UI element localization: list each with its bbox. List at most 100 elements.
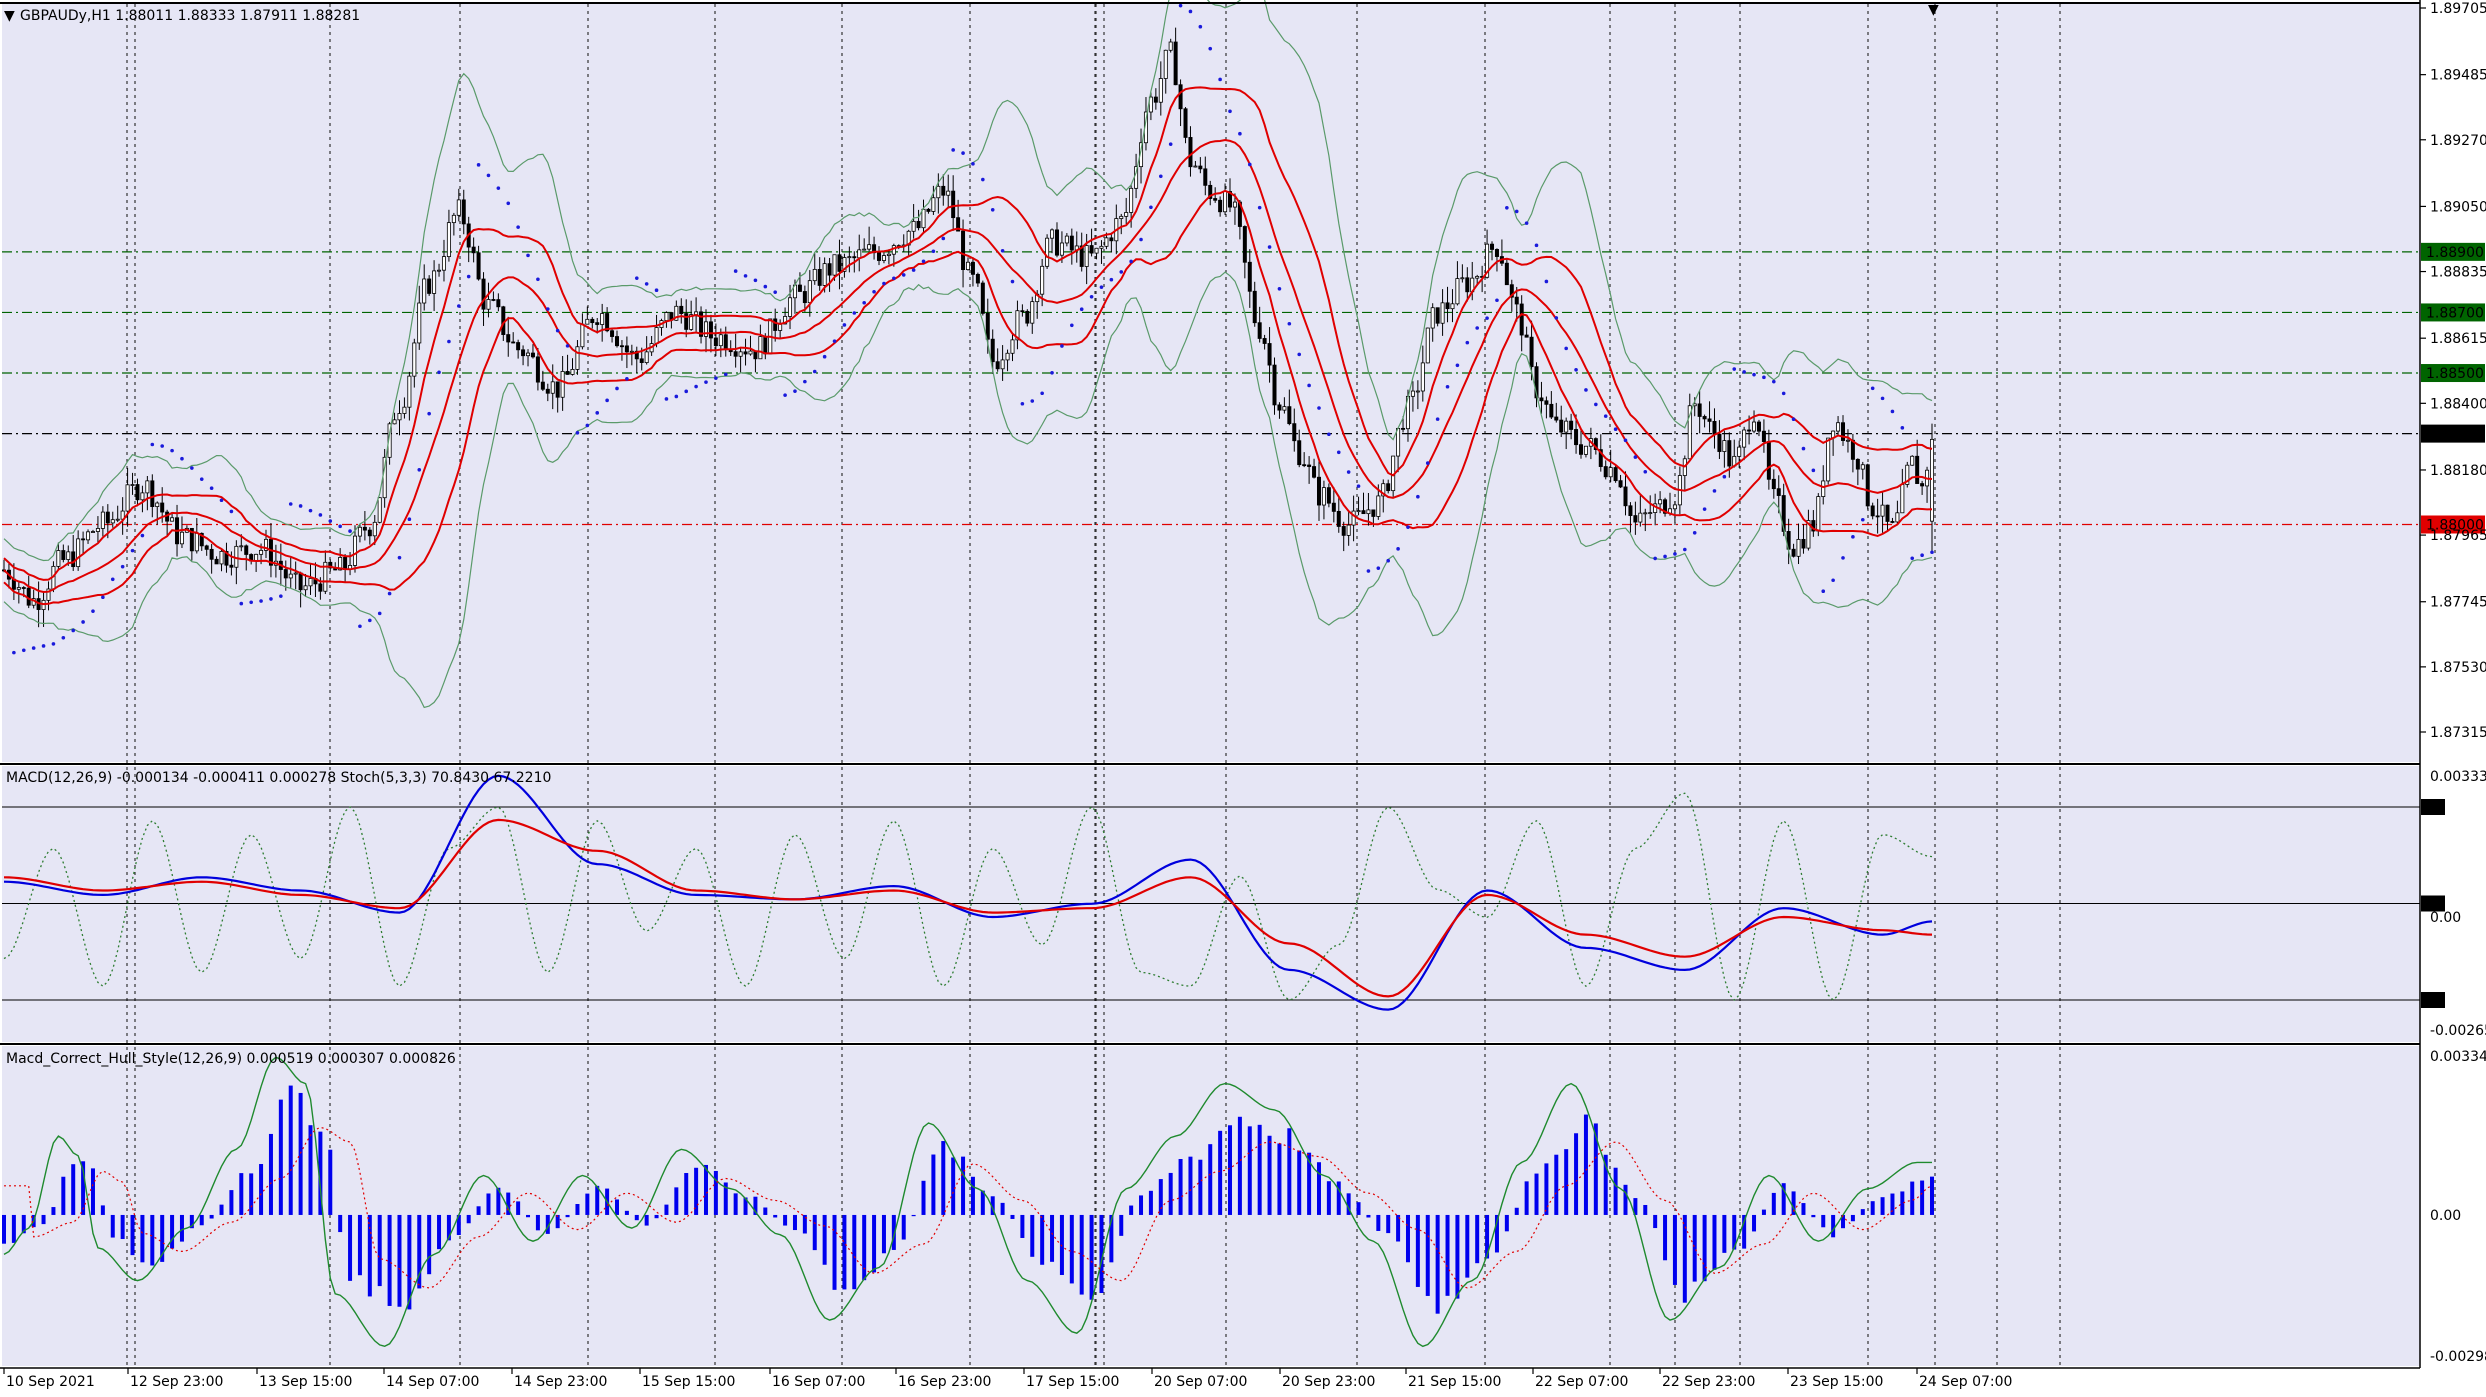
candle-body (990, 338, 995, 363)
hist-bar (1771, 1192, 1776, 1215)
psar-dot (1247, 162, 1252, 167)
hist-bar (348, 1214, 353, 1281)
candle-body (1346, 524, 1351, 536)
hist-bar (1534, 1173, 1539, 1215)
candle-body (807, 280, 812, 304)
psar-dot (81, 620, 85, 624)
candle-body (1232, 201, 1237, 208)
candle-body (1697, 403, 1702, 417)
psar-dot (1653, 556, 1657, 561)
psar-dot (1129, 259, 1133, 264)
candle-body (1124, 212, 1129, 217)
hist-bar (427, 1214, 432, 1275)
candle-body (560, 371, 565, 398)
psar-dot (526, 253, 530, 258)
level-tag-label: 1.88500 (2426, 366, 2484, 382)
candle-body (179, 531, 184, 545)
hist-bar (90, 1168, 95, 1215)
candle-body (1920, 483, 1925, 487)
hist-bar (61, 1176, 66, 1215)
hist-bar (832, 1214, 837, 1290)
candle-body (259, 549, 264, 555)
hist-bar (1069, 1214, 1074, 1284)
candle-body (1178, 84, 1183, 110)
candle-body (886, 253, 891, 256)
candle-body (822, 263, 827, 286)
candle-body (1242, 226, 1247, 263)
candle-body (1519, 303, 1524, 336)
candle-body (580, 323, 585, 348)
candle-body (115, 518, 120, 521)
hist-bar (437, 1214, 442, 1250)
time-tick-label: 20 Sep 07:00 (1154, 1374, 1247, 1390)
candle-body (135, 484, 140, 501)
price-tick-label: 1.89705 (2430, 1, 2486, 17)
psar-dot (1060, 344, 1064, 348)
candle-body (812, 268, 817, 282)
hist-bar (526, 1214, 531, 1218)
hist-bar (1267, 1135, 1272, 1215)
hist-bar (763, 1207, 768, 1215)
candle-body (877, 252, 882, 261)
candle-body (1025, 310, 1030, 324)
psar-dot (664, 397, 669, 401)
psar-dot (1831, 578, 1835, 583)
psar-dot (684, 389, 689, 394)
candle-body (1371, 509, 1376, 517)
candle-body (1321, 487, 1326, 506)
candle-body (283, 569, 288, 579)
candle-body (550, 381, 555, 394)
candle-body (1618, 480, 1623, 488)
psar-dot (1505, 205, 1509, 210)
candle-body (1915, 455, 1920, 484)
candle-body (773, 318, 778, 331)
psar-dot (1514, 209, 1519, 214)
hist-bar (130, 1214, 135, 1256)
candle-body (545, 388, 550, 394)
candle-body (1722, 440, 1727, 452)
psar-dot (1010, 279, 1015, 284)
candle-body (1188, 137, 1193, 168)
psar-dot (536, 277, 540, 282)
candle-body (1860, 464, 1865, 470)
candle-body (1183, 108, 1188, 138)
candle-body (1069, 235, 1074, 251)
candle-body (1643, 512, 1648, 515)
hist-bar (792, 1214, 797, 1231)
psar-dot (1000, 249, 1005, 253)
psar-dot (1366, 569, 1371, 573)
candle-body (1475, 276, 1480, 279)
time-tick-label: 10 Sep 2021 (6, 1374, 95, 1390)
psar-dot (71, 628, 76, 633)
hist-bar (812, 1214, 817, 1251)
psar-dot (269, 597, 273, 601)
candle-body (194, 532, 199, 552)
candle-body (1836, 422, 1841, 432)
psar-dot (1287, 321, 1292, 326)
hist-bar (941, 1141, 946, 1215)
hist-bar (1020, 1214, 1025, 1238)
candle-body (1040, 265, 1045, 295)
psar-dot (1416, 494, 1420, 499)
hist-bar (328, 1149, 333, 1215)
corner-arrow-icon: ▼ (1928, 2, 1939, 18)
candle-body (1059, 242, 1064, 256)
main-pane[interactable] (2, 4, 2420, 762)
psar-dot (951, 148, 955, 152)
psar-dot (1752, 372, 1756, 377)
candle-body (209, 548, 214, 560)
candle-body (1193, 165, 1198, 168)
psar-dot (1584, 388, 1588, 392)
hist-bar (1188, 1156, 1193, 1215)
hist-bar (1504, 1214, 1509, 1232)
candle-body (1865, 464, 1870, 507)
candle-body (244, 545, 249, 555)
hist-bar (881, 1214, 886, 1254)
candle-body (881, 255, 886, 261)
candle-body (16, 587, 21, 590)
collapse-arrow-icon[interactable]: ▼ (4, 8, 15, 24)
psar-dot (1050, 370, 1054, 375)
candle-body (936, 185, 941, 199)
psar-dot (486, 173, 491, 178)
candle-body (1494, 249, 1499, 257)
